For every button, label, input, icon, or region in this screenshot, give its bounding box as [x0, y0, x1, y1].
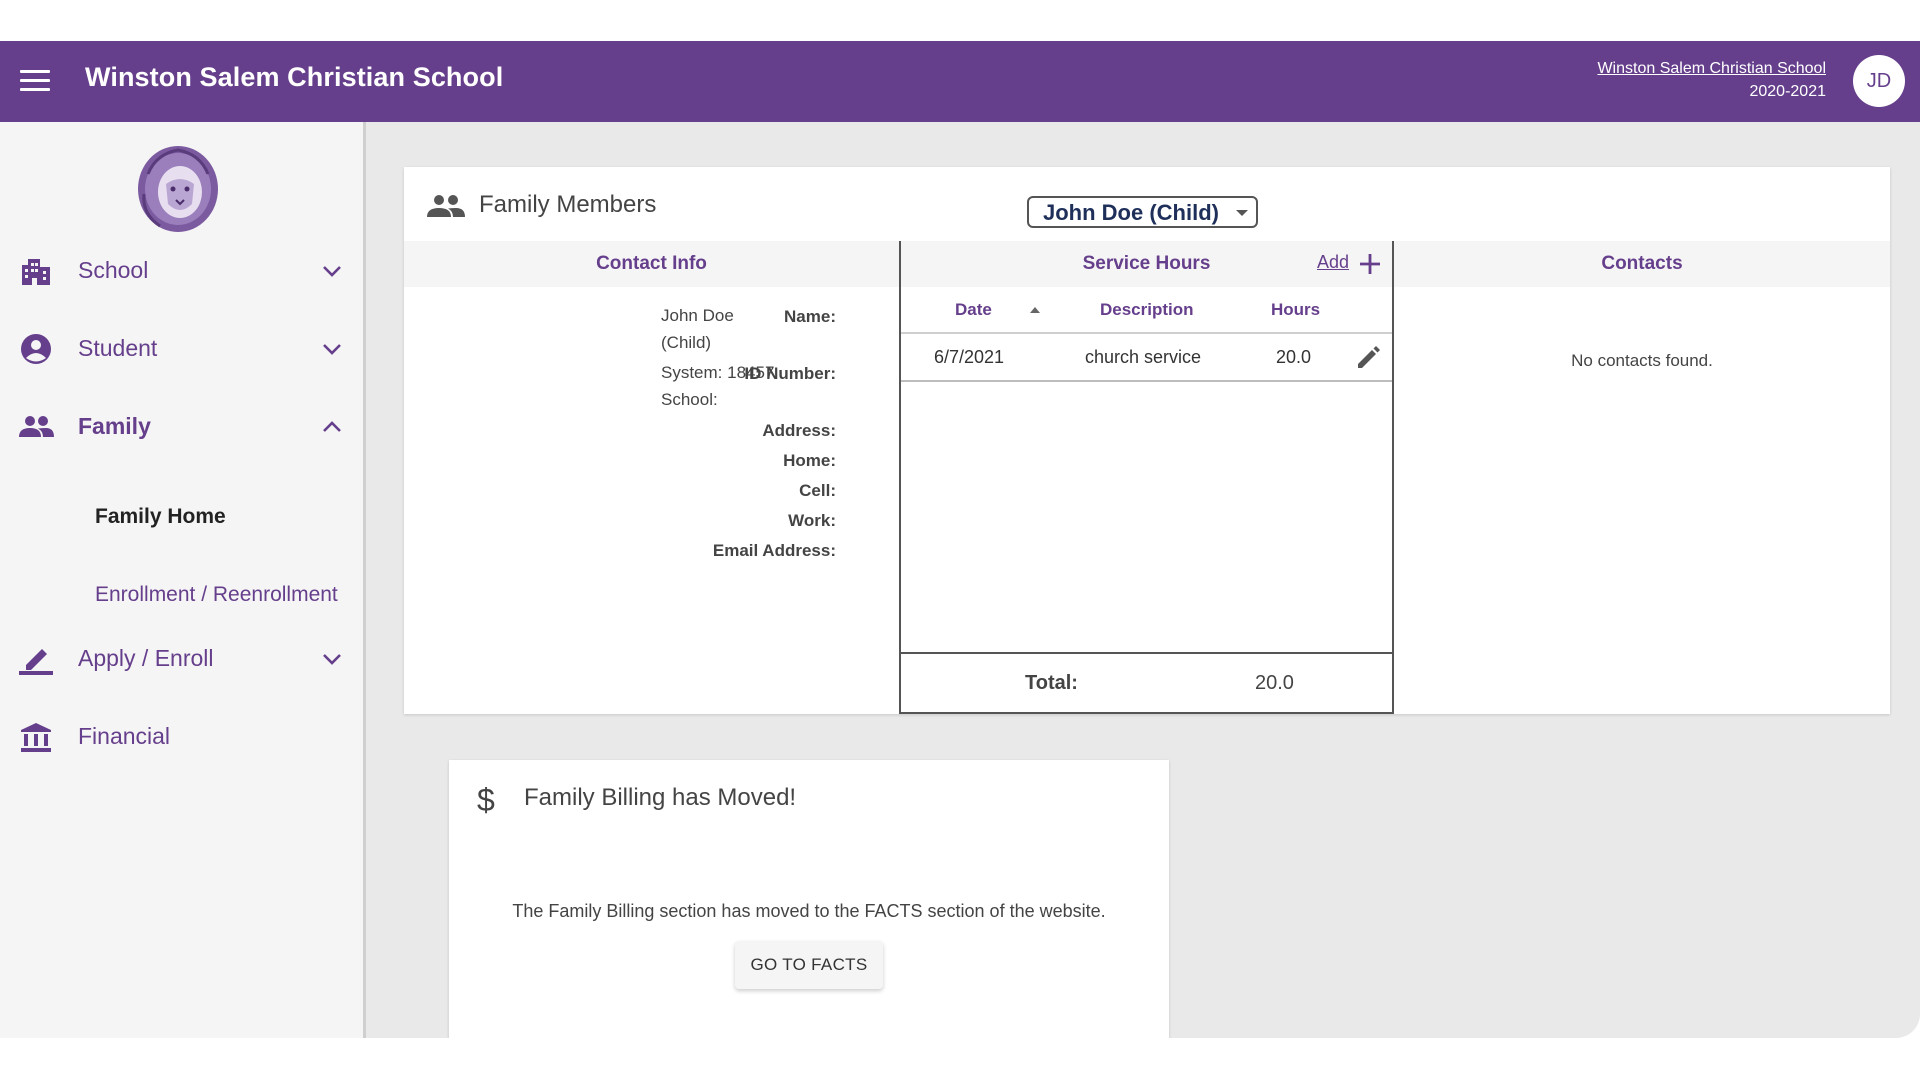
family-members-card: Family Members John Doe (Child) Contact … — [404, 167, 1890, 714]
total-label: Total: — [1025, 672, 1078, 694]
sidebar-subitem-enrollment[interactable]: Enrollment / Reenrollment — [95, 583, 338, 607]
service-hours-total: Total: 20.0 — [901, 652, 1392, 714]
hours-column-header[interactable]: Hours — [1271, 300, 1320, 320]
add-service-hours-link[interactable]: Add — [1317, 252, 1349, 273]
card-title: Family Members — [479, 191, 657, 218]
sidebar-item-financial[interactable]: Financial — [0, 707, 363, 767]
contact-info-header: Contact Info — [404, 241, 899, 287]
chevron-down-icon — [323, 654, 341, 665]
cell-phone-label: Cell: — [799, 481, 836, 500]
top-app-bar: Winston Salem Christian School Winston S… — [0, 41, 1920, 122]
school-year: 2020-2021 — [1749, 83, 1826, 100]
lion-logo-icon — [138, 146, 218, 232]
work-phone-label: Work: — [788, 511, 836, 530]
building-icon — [22, 259, 50, 285]
school-year-info: Winston Salem Christian School 2020-2021 — [1597, 57, 1826, 103]
service-hours-panel: Service Hours Add Date Description Hours… — [899, 241, 1394, 714]
sidebar-item-label: Financial — [78, 723, 171, 749]
id-school-value: School: — [661, 390, 718, 409]
account-circle-icon — [21, 334, 51, 364]
people-icon — [427, 195, 465, 217]
chevron-up-icon — [323, 421, 341, 432]
service-date: 6/7/2021 — [934, 347, 1005, 367]
sidebar-item-student[interactable]: Student — [0, 319, 363, 379]
dollar-icon: $ — [477, 782, 495, 818]
sidebar-item-school[interactable]: School — [0, 241, 363, 301]
member-select-dropdown[interactable]: John Doe (Child) — [1027, 196, 1258, 228]
user-avatar[interactable]: JD — [1853, 55, 1905, 107]
sidebar-item-label: School — [78, 257, 149, 283]
dropdown-arrow-icon — [1236, 210, 1248, 216]
edit-pen-icon — [19, 649, 53, 675]
chevron-down-icon — [323, 266, 341, 277]
service-description: church service — [1085, 347, 1202, 367]
app-title: Winston Salem Christian School — [85, 62, 504, 92]
hamburger-menu-icon[interactable] — [14, 63, 54, 99]
date-column-header[interactable]: Date — [955, 300, 992, 320]
sidebar-subitem-family-home[interactable]: Family Home — [95, 505, 226, 529]
pencil-edit-icon[interactable] — [1354, 344, 1382, 372]
app-window: Winston Salem Christian School Winston S… — [0, 41, 1920, 1038]
billing-moved-message: The Family Billing section has moved to … — [512, 901, 1106, 921]
plus-icon[interactable] — [1359, 253, 1381, 275]
sidebar-item-label: Family — [78, 413, 151, 439]
sidebar-item-label: Apply / Enroll — [78, 645, 214, 671]
name-value: John Doe (Child) — [661, 306, 734, 352]
description-column-header[interactable]: Description — [1100, 300, 1194, 320]
email-label: Email Address: — [712, 541, 836, 560]
service-hours-column-headers: Date Description Hours — [901, 287, 1392, 334]
address-label: Address: — [762, 421, 836, 440]
total-value: 20.0 — [1255, 672, 1294, 694]
sort-ascending-icon[interactable] — [1030, 307, 1040, 313]
service-hours-value: 20.0 — [1276, 347, 1312, 367]
home-phone-label: Home: — [783, 451, 836, 470]
bank-icon — [21, 723, 51, 752]
chevron-down-icon — [323, 344, 341, 355]
school-switch-link[interactable]: Winston Salem Christian School — [1597, 57, 1826, 80]
selected-member: John Doe (Child) — [1043, 200, 1219, 225]
sidebar: School Student Family Family Home Enroll… — [0, 122, 366, 1038]
sidebar-item-label: Student — [78, 335, 158, 361]
id-system-value: System: 18457 — [661, 363, 775, 382]
sidebar-item-apply-enroll[interactable]: Apply / Enroll — [0, 629, 363, 689]
go-to-facts-button[interactable]: GO TO FACTS — [735, 941, 883, 989]
card-title: Family Billing has Moved! — [524, 784, 797, 811]
family-billing-card: $ Family Billing has Moved! The Family B… — [449, 760, 1169, 1038]
no-contacts-message: No contacts found. — [1571, 351, 1713, 370]
name-label: Name: — [784, 307, 836, 326]
sidebar-item-family[interactable]: Family — [0, 397, 363, 457]
people-icon — [19, 416, 54, 437]
contacts-header: Contacts — [1394, 241, 1890, 287]
table-row: 6/7/2021 church service 20.0 — [901, 334, 1392, 382]
